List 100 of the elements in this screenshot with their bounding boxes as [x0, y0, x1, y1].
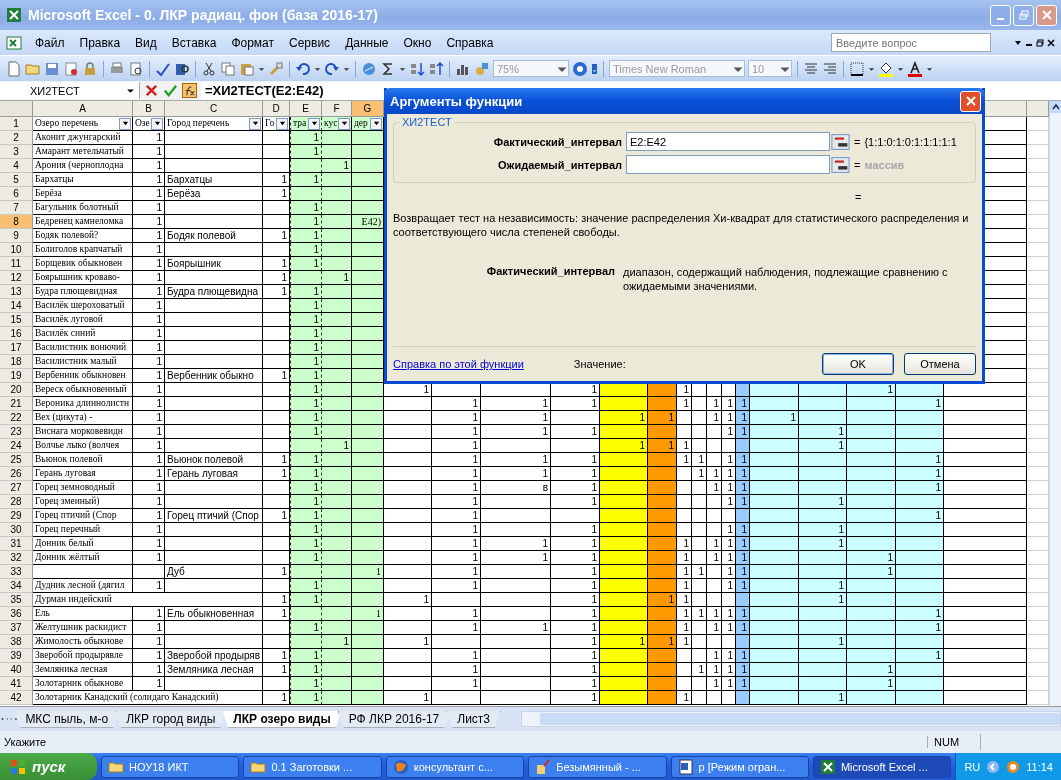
- table-cell: Болиголов крапчатый: [33, 243, 133, 257]
- table-cell: Зверобой продыряв: [165, 649, 263, 663]
- table-cell: Герань луговая: [33, 467, 133, 481]
- table-cell: 1: [133, 145, 165, 159]
- argument-result: {1:1:0:1:0:1:1:1:1:1: [864, 135, 957, 148]
- table-cell: Боярышник: [165, 257, 263, 271]
- table-cell: 1: [432, 397, 481, 411]
- table-cell: Будра плющевидна: [165, 285, 263, 299]
- table-cell: 1: [736, 607, 750, 621]
- table-cell: 1: [290, 495, 322, 509]
- table-cell: Горец перечный: [33, 523, 133, 537]
- table-cell: Бархатцы: [33, 173, 133, 187]
- table-cell: 1: [432, 579, 481, 593]
- argument-help-label: Фактический_интервал: [485, 265, 615, 279]
- table-cell: 1: [896, 397, 944, 411]
- table-cell: 1: [551, 565, 600, 579]
- table-cell: 1: [432, 453, 481, 467]
- table-cell: 1: [133, 243, 165, 257]
- argument-help-text: диапазон, содержащий наблюдения, подлежащие сравнению с ожидаемыми значениями.: [623, 265, 949, 293]
- table-cell: 1: [263, 593, 290, 607]
- table-cell: 1: [707, 663, 722, 677]
- table-cell: Ель: [33, 607, 133, 621]
- table-cell: Зверобой продырявле: [33, 649, 133, 663]
- table-cell: 1: [692, 565, 707, 579]
- table-cell: 1: [896, 621, 944, 635]
- dialog-title: Аргументы функции: [390, 93, 523, 109]
- table-cell: 1: [736, 537, 750, 551]
- column-title: Город перечень: [167, 117, 231, 130]
- table-cell: Боярышник кроваво-: [33, 271, 133, 285]
- table-cell: 1: [707, 467, 722, 481]
- table-cell: 1: [707, 551, 722, 565]
- table-cell: Борщевик обыкновен: [33, 257, 133, 271]
- table-cell: 1: [133, 173, 165, 187]
- table-cell: 1: [722, 397, 736, 411]
- table-cell: 1: [133, 369, 165, 383]
- table-cell: 1: [263, 453, 290, 467]
- table-cell: 1: [481, 397, 551, 411]
- table-cell: 1: [722, 481, 736, 495]
- table-cell: 1: [263, 229, 290, 243]
- table-cell: 1: [133, 355, 165, 369]
- table-cell: 1: [133, 663, 165, 677]
- table-cell: Горец змеиный): [33, 495, 133, 509]
- table-cell: 1: [722, 537, 736, 551]
- table-cell: 1: [551, 663, 600, 677]
- table-cell: 1: [722, 663, 736, 677]
- table-cell: 1: [551, 495, 600, 509]
- table-cell: 1: [384, 691, 432, 705]
- table-cell: 1: [133, 383, 165, 397]
- table-cell: 1: [432, 411, 481, 425]
- table-cell: 1: [551, 621, 600, 635]
- table-cell: 1: [263, 173, 290, 187]
- table-cell: 1: [551, 635, 600, 649]
- table-cell: 1: [322, 635, 352, 649]
- table-cell: Горец птичий (Спор: [33, 509, 133, 523]
- table-cell: 1: [290, 313, 322, 327]
- table-cell: Василёк луговой: [33, 313, 133, 327]
- table-cell: 1: [736, 467, 750, 481]
- table-cell: 1: [290, 369, 322, 383]
- column-title: Озе: [135, 117, 151, 130]
- table-cell: 1: [133, 425, 165, 439]
- table-cell: 1: [896, 481, 944, 495]
- table-cell: 1: [677, 537, 692, 551]
- table-cell: 1: [551, 537, 600, 551]
- table-cell: 1: [551, 551, 600, 565]
- table-cell: 1: [722, 579, 736, 593]
- table-cell: 1: [432, 425, 481, 439]
- table-cell: 1: [707, 411, 722, 425]
- table-cell: 1: [290, 453, 322, 467]
- table-cell: 1: [290, 173, 322, 187]
- table-cell: 1: [481, 425, 551, 439]
- function-description: Возвращает тест на независимость: значение распределения Хи-квадрат для статистического распределения и соответствующего числа степеней свободы.: [393, 211, 970, 239]
- table-cell: 1: [481, 537, 551, 551]
- table-cell: 1: [707, 397, 722, 411]
- table-cell: 1: [290, 215, 322, 229]
- table-cell: Вереск обыкновенный: [33, 383, 133, 397]
- table-cell: 1: [677, 621, 692, 635]
- table-cell: 1: [263, 257, 290, 271]
- table-cell: 1: [896, 509, 944, 523]
- table-cell: Бодяк полевой: [165, 229, 263, 243]
- table-cell: 1: [736, 579, 750, 593]
- table-cell: Василёк синий: [33, 327, 133, 341]
- table-cell: Берёза: [33, 187, 133, 201]
- table-cell: Донник белый: [33, 537, 133, 551]
- table-cell: 1: [290, 229, 322, 243]
- table-cell: 1: [736, 621, 750, 635]
- table-cell: 1: [133, 341, 165, 355]
- table-cell: 1: [648, 411, 677, 425]
- status-indicator: NUM: [927, 736, 980, 748]
- table-cell: 1: [432, 537, 481, 551]
- table-cell: 1: [648, 635, 677, 649]
- table-cell: 1: [290, 425, 322, 439]
- table-cell: Горец птичий (Спор: [165, 509, 263, 523]
- table-cell: 1: [432, 621, 481, 635]
- table-cell: 1: [736, 565, 750, 579]
- table-cell: Дурман индейский: [33, 593, 263, 607]
- table-cell: 1: [263, 285, 290, 299]
- table-cell: 1: [263, 467, 290, 481]
- table-cell: 1: [290, 579, 322, 593]
- table-cell: 1: [133, 551, 165, 565]
- table-cell: 1: [290, 383, 322, 397]
